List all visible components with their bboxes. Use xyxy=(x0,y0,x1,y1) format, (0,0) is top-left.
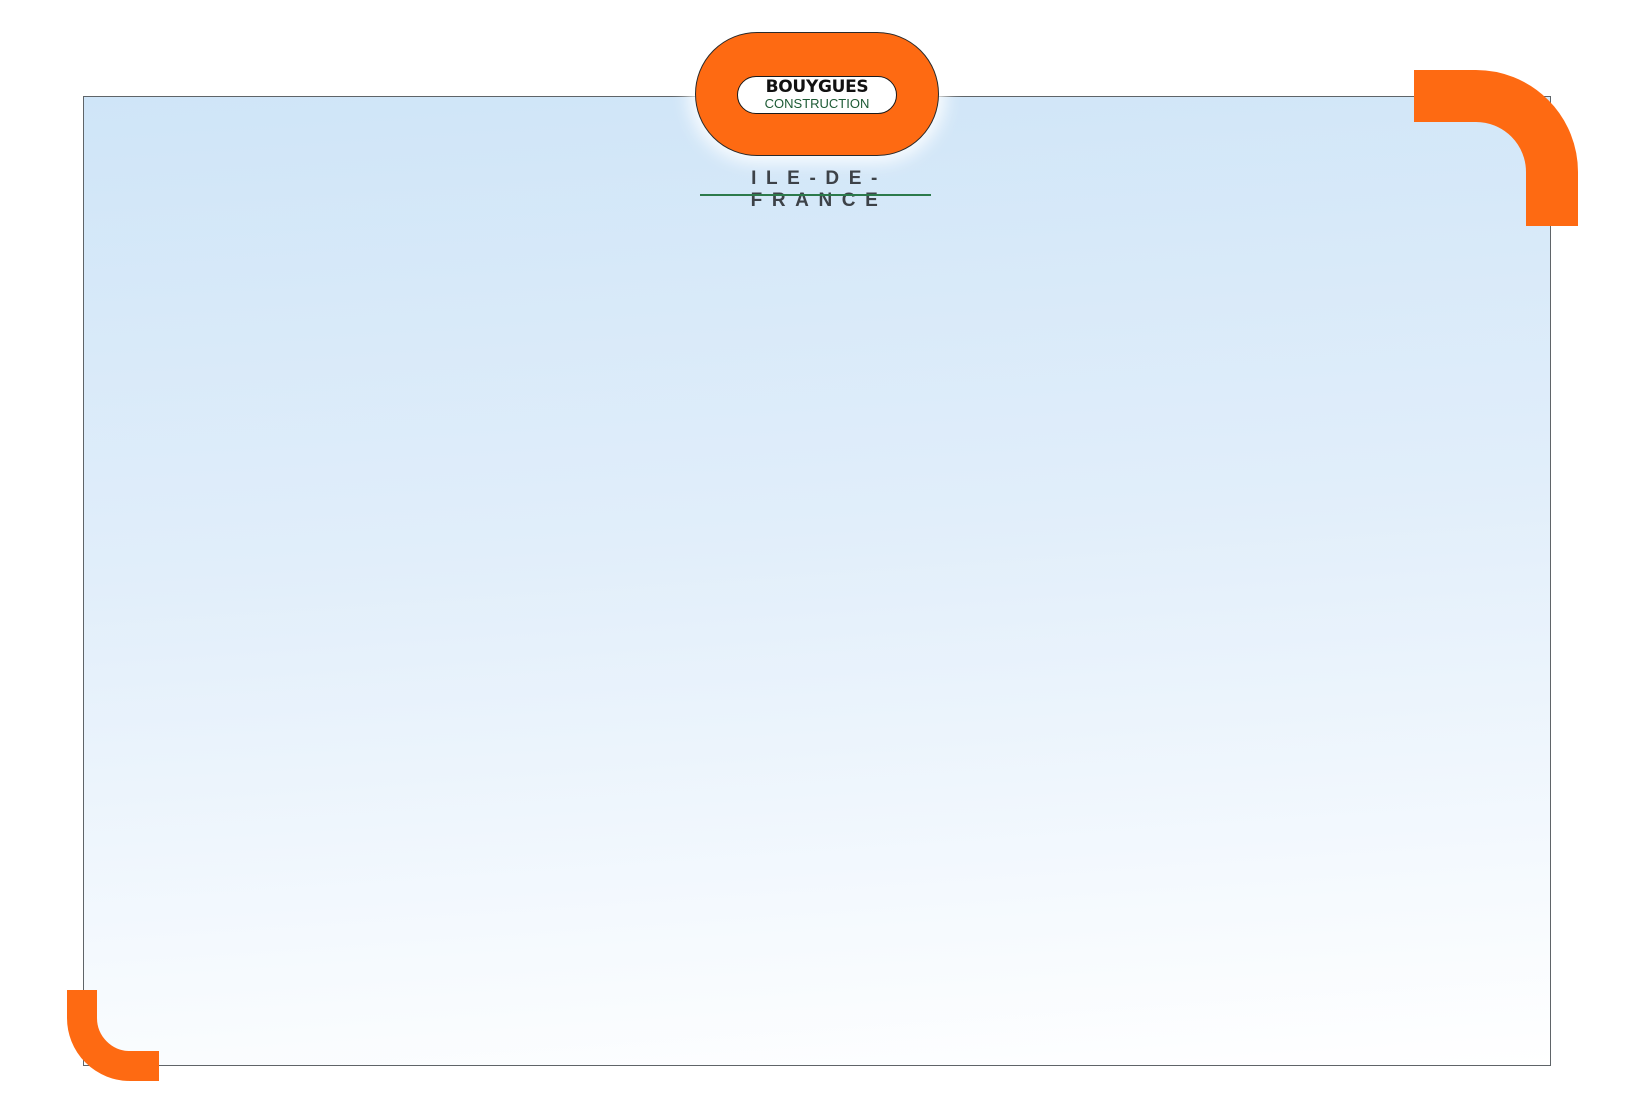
logo-subtitle: CONSTRUCTION xyxy=(764,96,870,111)
logo-pill: BOUYGUES CONSTRUCTION xyxy=(737,76,897,114)
corner-bracket-top-right xyxy=(1414,70,1578,226)
region-label: ILE-DE-FRANCE xyxy=(750,168,888,211)
logo-wordmark: BOUYGUES xyxy=(765,77,869,97)
bouygues-logo: BOUYGUES CONSTRUCTION xyxy=(695,32,939,157)
corner-bracket-bottom-left xyxy=(67,990,159,1081)
content-panel xyxy=(83,96,1551,1066)
page: BOUYGUES CONSTRUCTION ILE-DE-FRANCE xyxy=(0,0,1628,1116)
logo-badge: BOUYGUES CONSTRUCTION xyxy=(695,32,939,156)
region-underline xyxy=(700,194,931,196)
